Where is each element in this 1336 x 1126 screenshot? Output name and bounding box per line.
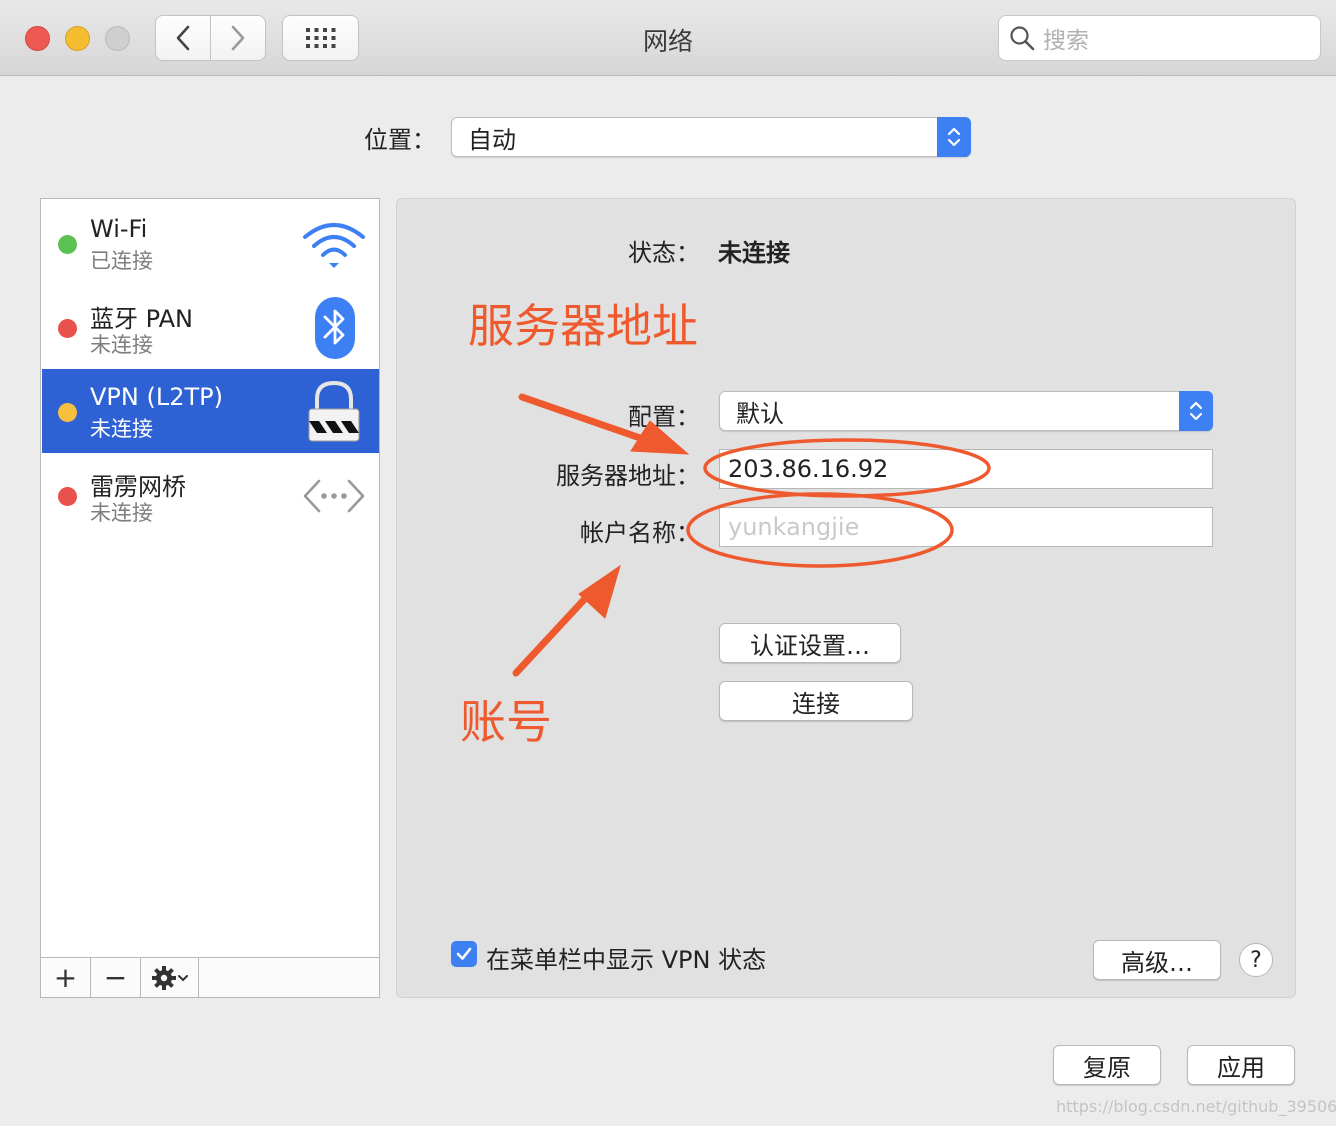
status-dot bbox=[58, 487, 77, 506]
search-field[interactable]: 搜索 bbox=[998, 15, 1321, 61]
updown-chevron-icon bbox=[1179, 391, 1213, 431]
service-item-bluetooth-pan[interactable]: 蓝牙 PAN 未连接 bbox=[42, 285, 379, 369]
title-bar: 网络 搜索 bbox=[0, 0, 1336, 76]
account-name-field[interactable]: yunkangjie bbox=[719, 507, 1213, 547]
bluetooth-icon bbox=[315, 297, 355, 359]
remove-service-button[interactable]: − bbox=[91, 958, 141, 997]
show-vpn-status-label[interactable]: 在菜单栏中显示 VPN 状态 bbox=[486, 940, 766, 975]
service-status: 未连接 bbox=[90, 417, 153, 441]
service-name: Wi-Fi bbox=[90, 215, 148, 243]
location-label: 位置： bbox=[364, 126, 436, 154]
apply-button[interactable]: 应用 bbox=[1187, 1045, 1295, 1085]
authentication-settings-button[interactable]: 认证设置… bbox=[719, 623, 901, 663]
checkmark-icon bbox=[456, 947, 472, 960]
gear-icon bbox=[151, 965, 176, 990]
service-name: VPN (L2TP) bbox=[90, 383, 223, 411]
configuration-value: 默认 bbox=[736, 399, 784, 428]
status-dot bbox=[58, 319, 77, 338]
watermark: https://blog.csdn.net/github_39506988 bbox=[1056, 1097, 1336, 1116]
server-address-field[interactable]: 203.86.16.92 bbox=[719, 449, 1213, 489]
status-value: 未连接 bbox=[718, 239, 790, 267]
service-status: 已连接 bbox=[90, 249, 153, 273]
revert-button[interactable]: 复原 bbox=[1053, 1045, 1161, 1085]
service-status: 未连接 bbox=[90, 333, 153, 357]
account-annotation: 账号 bbox=[460, 695, 552, 749]
lock-icon bbox=[308, 380, 360, 442]
status-dot bbox=[58, 403, 77, 422]
status-dot bbox=[58, 235, 77, 254]
service-item-vpn-l2tp[interactable]: VPN (L2TP) 未连接 bbox=[42, 369, 379, 453]
service-list: Wi-Fi 已连接 蓝牙 PAN 未连接 VPN (L2TP) 未连接 雷雳网桥… bbox=[40, 198, 380, 998]
connect-button[interactable]: 连接 bbox=[719, 681, 913, 721]
location-popup[interactable]: 自动 bbox=[451, 117, 971, 157]
chevron-down-icon bbox=[177, 974, 188, 981]
thunderbolt-bridge-icon bbox=[303, 479, 365, 513]
wifi-icon bbox=[303, 223, 365, 268]
configuration-label: 配置： bbox=[628, 403, 700, 431]
action-menu-button[interactable] bbox=[141, 958, 199, 997]
service-item-thunderbolt-bridge[interactable]: 雷雳网桥 未连接 bbox=[42, 453, 379, 537]
updown-chevron-icon bbox=[937, 117, 971, 157]
search-placeholder: 搜索 bbox=[1043, 28, 1089, 54]
status-label: 状态： bbox=[628, 239, 700, 267]
service-list-toolbar: + − bbox=[41, 957, 379, 997]
location-value: 自动 bbox=[468, 125, 516, 154]
service-status: 未连接 bbox=[90, 501, 153, 525]
server-address-annotation: 服务器地址 bbox=[468, 299, 698, 353]
service-item-wifi[interactable]: Wi-Fi 已连接 bbox=[42, 201, 379, 285]
help-button[interactable]: ? bbox=[1239, 943, 1273, 977]
add-service-button[interactable]: + bbox=[41, 958, 91, 997]
advanced-button[interactable]: 高级… bbox=[1093, 940, 1221, 980]
server-address-label: 服务器地址： bbox=[556, 462, 700, 490]
configuration-popup[interactable]: 默认 bbox=[719, 391, 1213, 431]
show-vpn-status-checkbox[interactable] bbox=[451, 941, 477, 967]
search-icon bbox=[1010, 26, 1035, 51]
account-name-label: 帐户名称： bbox=[580, 519, 700, 547]
